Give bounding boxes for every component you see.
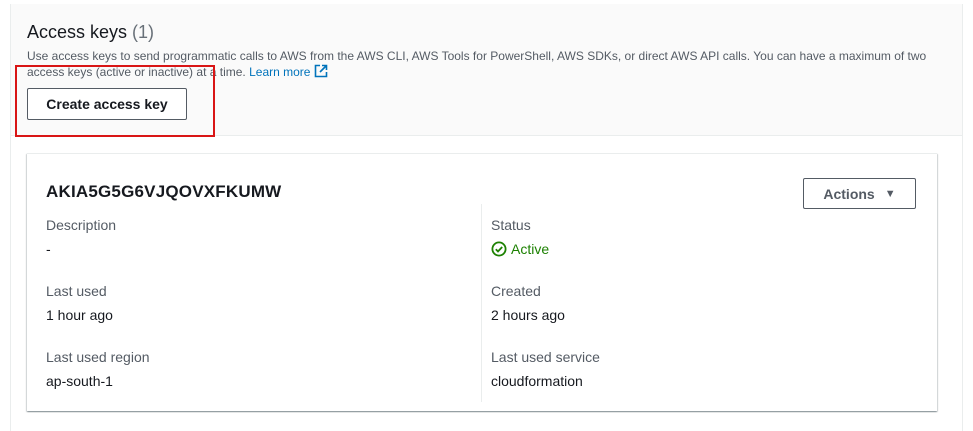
created-field: Created 2 hours ago: [491, 282, 565, 324]
create-access-key-button[interactable]: Create access key: [27, 88, 187, 120]
access-key-id: AKIA5G5G6VJQOVXFKUMW: [46, 182, 282, 201]
status-field: Status Active: [491, 216, 549, 258]
check-circle-icon: [491, 241, 507, 257]
access-key-card: AKIA5G5G6VJQOVXFKUMW Actions ▼ Descripti…: [27, 153, 937, 411]
learn-more-text: Learn more: [249, 65, 311, 79]
last-used-service-value: cloudformation: [491, 373, 583, 389]
description-label: Description: [46, 217, 117, 233]
section-title: Access keys (1): [27, 22, 154, 43]
external-link-icon: [315, 64, 328, 78]
access-keys-panel: Access keys (1) Use access keys to send …: [10, 4, 963, 431]
status-value: Active: [491, 240, 549, 258]
last-used-region-field: Last used region ap-south-1: [46, 348, 150, 390]
learn-more-link[interactable]: Learn more: [249, 64, 328, 79]
created-label: Created: [491, 283, 541, 299]
last-used-field: Last used 1 hour ago: [46, 282, 113, 324]
section-description: Use access keys to send programmatic cal…: [27, 48, 939, 80]
description-value: -: [46, 241, 51, 257]
last-used-service-field: Last used service cloudformation: [491, 348, 600, 390]
last-used-region-value: ap-south-1: [46, 373, 113, 389]
created-value: 2 hours ago: [491, 307, 565, 323]
access-key-count: (1): [132, 22, 155, 42]
caret-down-icon: ▼: [884, 187, 896, 200]
actions-dropdown-button[interactable]: Actions ▼: [803, 178, 916, 209]
last-used-value: 1 hour ago: [46, 307, 113, 323]
status-label: Status: [491, 217, 531, 233]
column-divider: [481, 204, 482, 402]
section-title-text: Access keys: [27, 22, 128, 42]
last-used-region-label: Last used region: [46, 349, 150, 365]
status-text: Active: [511, 241, 550, 257]
last-used-service-label: Last used service: [491, 349, 600, 365]
access-keys-header: Access keys (1) Use access keys to send …: [11, 4, 962, 136]
actions-label: Actions: [823, 185, 875, 202]
description-text: Use access keys to send programmatic cal…: [27, 49, 927, 79]
last-used-label: Last used: [46, 283, 107, 299]
description-field: Description -: [46, 216, 116, 258]
